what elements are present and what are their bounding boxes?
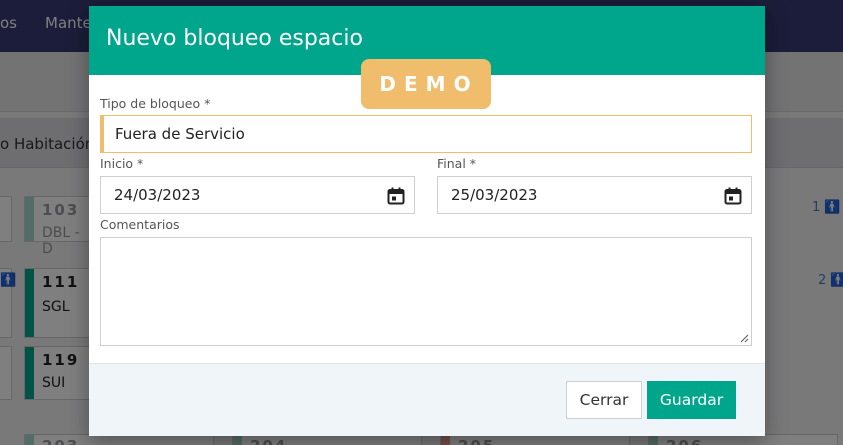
end-date-input[interactable]: 25/03/2023 — [437, 176, 752, 214]
calendar-icon[interactable] — [724, 187, 742, 205]
comments-textarea[interactable] — [100, 237, 752, 346]
modal-footer: Cerrar Guardar — [89, 363, 765, 436]
start-date-label: Inicio * — [100, 156, 144, 171]
block-type-value: Fuera de Servicio — [115, 125, 245, 143]
start-date-value: 24/03/2023 — [114, 186, 201, 204]
start-date-input[interactable]: 24/03/2023 — [100, 176, 415, 214]
demo-badge: DEMO — [361, 59, 491, 109]
modal-title: Nuevo bloqueo espacio — [106, 26, 363, 51]
cancel-button[interactable]: Cerrar — [566, 381, 642, 419]
end-date-value: 25/03/2023 — [451, 186, 538, 204]
comments-label: Comentarios — [100, 217, 180, 232]
block-type-label: Tipo de bloqueo * — [100, 96, 211, 111]
resize-handle-icon[interactable] — [740, 334, 749, 343]
block-type-select[interactable]: Fuera de Servicio — [100, 115, 752, 153]
new-space-block-modal: Nuevo bloqueo espacio DEMO Tipo de bloqu… — [89, 6, 765, 436]
save-button[interactable]: Guardar — [647, 381, 736, 419]
calendar-icon[interactable] — [387, 187, 405, 205]
end-date-label: Final * — [437, 156, 477, 171]
